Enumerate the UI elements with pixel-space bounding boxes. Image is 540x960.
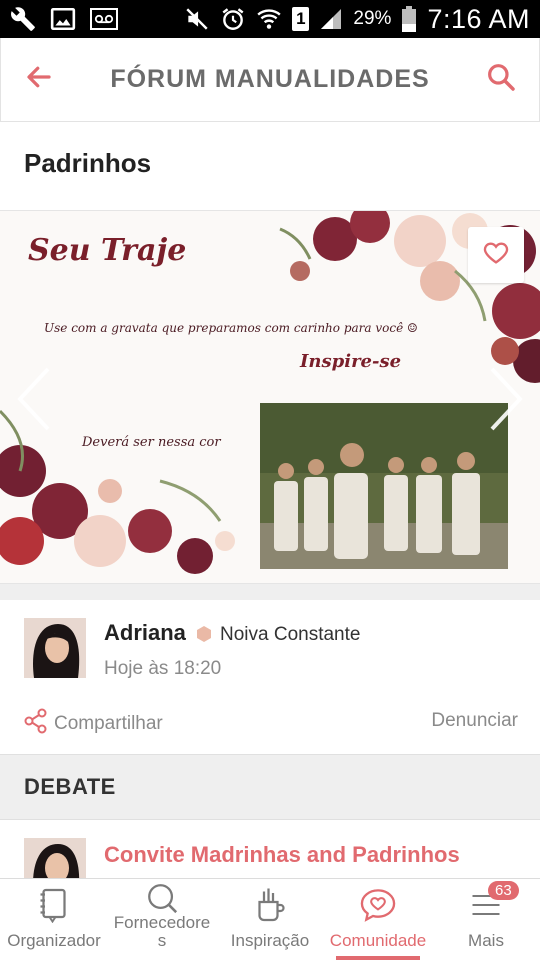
image-icon [50, 6, 76, 32]
voicemail-icon [90, 8, 118, 30]
heart-icon [482, 239, 510, 272]
signal-icon [319, 7, 343, 31]
app-bar: FÓRUM MANUALIDADES [0, 38, 540, 122]
photo-heading: Seu Traje [28, 233, 187, 268]
share-label: Compartilhar [54, 713, 163, 734]
battery-percent: 29% [353, 8, 392, 29]
nav-mais[interactable]: Mais 63 [432, 879, 540, 960]
next-image-button[interactable] [486, 367, 526, 431]
search-icon [485, 61, 517, 98]
status-right: 1 29% 7:16 AM [184, 4, 530, 35]
photo-caption-2: Deverá ser nessa cor [82, 435, 221, 450]
alarm-icon [220, 6, 246, 32]
avatar[interactable] [24, 618, 86, 678]
nav-label: Fornecedore s [113, 913, 211, 950]
topic-title: Padrinhos [24, 148, 152, 178]
post-timestamp: Hoje às 18:20 [104, 658, 222, 679]
list-item[interactable]: Convite Madrinhas and Padrinhos [0, 820, 540, 878]
notification-badge: 63 [488, 881, 519, 900]
nav-inspiracao[interactable]: Inspiração [216, 879, 324, 960]
debate-header: DEBATE [0, 754, 540, 820]
back-button[interactable] [1, 38, 77, 122]
battery-icon [401, 6, 417, 32]
debate-header-label: DEBATE [24, 774, 116, 799]
share-icon [24, 708, 48, 740]
sim-icon: 1 [292, 7, 310, 31]
nav-organizador[interactable]: Organizador [0, 879, 108, 960]
author-role: Noiva Constante [220, 624, 361, 645]
mute-icon [184, 6, 210, 32]
nav-comunidade[interactable]: Comunidade [324, 879, 432, 960]
nav-label: Comunidade [329, 931, 427, 950]
photo-subheading: Inspire-se [300, 351, 402, 372]
wrench-icon [10, 6, 36, 32]
groomsmen-photo [260, 403, 508, 569]
photo-caption: Use com a gravata que preparamos com car… [44, 321, 418, 335]
clock: 7:16 AM [427, 3, 530, 34]
brush-cup-icon [252, 887, 288, 928]
nav-fornecedores[interactable]: Fornecedore s [108, 879, 216, 960]
wifi-icon [256, 6, 282, 32]
nav-label: Organizador [7, 931, 101, 950]
chat-heart-icon [359, 887, 397, 928]
nav-label: Mais [468, 931, 504, 950]
avatar [24, 838, 86, 878]
favorite-button[interactable] [468, 227, 524, 283]
post-author: Adriana Noiva Constante Hoje às 18:20 Co… [0, 600, 540, 754]
previous-image-button[interactable] [14, 367, 54, 431]
report-button[interactable]: Denunciar [431, 710, 518, 732]
page-title: FÓRUM MANUALIDADES [110, 65, 430, 93]
debate-link[interactable]: Convite Madrinhas and Padrinhos [104, 842, 460, 868]
status-bar: 1 29% 7:16 AM [0, 0, 540, 38]
arrow-left-icon [24, 62, 54, 97]
chevron-left-icon [14, 367, 54, 435]
post-image[interactable]: Seu Traje Use com a gravata que preparam… [0, 210, 540, 584]
status-left [10, 6, 118, 32]
bottom-nav: Organizador Fornecedore s Inspiração Com… [0, 878, 540, 960]
author-name[interactable]: Adriana [104, 620, 186, 646]
section-gap [0, 584, 540, 600]
chevron-right-icon [486, 367, 526, 435]
nav-label: Inspiração [230, 931, 310, 950]
share-button[interactable]: Compartilhar [24, 708, 163, 740]
level-badge-icon [197, 626, 211, 647]
search-button[interactable] [463, 38, 539, 122]
notebook-icon [36, 887, 72, 928]
